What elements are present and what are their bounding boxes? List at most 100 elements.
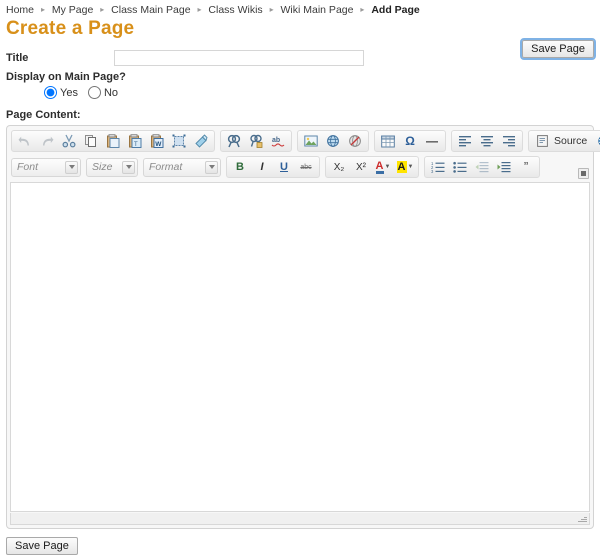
title-row: Title xyxy=(6,50,594,66)
svg-text:ab: ab xyxy=(272,137,280,144)
breadcrumb-item-home[interactable]: Home xyxy=(6,4,34,16)
paste-word-icon[interactable]: W xyxy=(147,132,167,150)
chevron-down-icon[interactable] xyxy=(122,160,135,174)
blockquote-glyph: ” xyxy=(523,159,529,174)
source-button[interactable]: Source xyxy=(532,132,592,150)
create-page-form: Save Page Title Display on Main Page? Ye… xyxy=(0,38,600,121)
text-color-icon[interactable]: A ▼ xyxy=(373,158,393,176)
svg-text:W: W xyxy=(155,141,162,148)
strikethrough-icon[interactable]: abc xyxy=(296,158,316,176)
size-select[interactable]: Size xyxy=(86,157,138,177)
toolbar-group-basic-styles: B I U abc xyxy=(226,156,320,178)
align-right-icon[interactable] xyxy=(499,132,519,150)
paste-icon[interactable] xyxy=(103,132,123,150)
blockquote-icon[interactable]: ” xyxy=(516,158,536,176)
underline-glyph: U xyxy=(280,161,288,173)
background-color-glyph: A xyxy=(396,161,407,173)
chevron-down-icon[interactable]: ▼ xyxy=(385,164,391,170)
font-select[interactable]: Font xyxy=(11,157,81,177)
display-radio-group: Yes No xyxy=(44,86,594,99)
toolbar-group-tools: Source ? xyxy=(528,130,600,152)
toolbar-group-alignment xyxy=(451,130,523,152)
breadcrumb: Home ▸ My Page ▸ Class Main Page ▸ Class… xyxy=(0,0,600,16)
title-label: Title xyxy=(6,52,29,64)
table-icon[interactable] xyxy=(378,132,398,150)
display-radio-no-label[interactable]: No xyxy=(104,87,118,99)
rich-text-editor: T W ab Ω Source Font Size Format B I U a… xyxy=(6,125,600,529)
align-center-icon[interactable] xyxy=(477,132,497,150)
breadcrumb-separator-icon: ▸ xyxy=(40,5,45,14)
image-icon[interactable] xyxy=(301,132,321,150)
underline-icon[interactable]: U xyxy=(274,158,294,176)
align-left-icon[interactable] xyxy=(455,132,475,150)
superscript-icon[interactable]: X² xyxy=(351,158,371,176)
breadcrumb-item-wiki-main-page[interactable]: Wiki Main Page xyxy=(281,4,354,16)
outdent-icon[interactable] xyxy=(472,158,492,176)
display-radio-yes[interactable] xyxy=(44,86,57,99)
superscript-glyph: X² xyxy=(356,161,366,173)
remove-format-icon[interactable] xyxy=(191,132,211,150)
collapse-toolbar-button[interactable] xyxy=(578,168,589,179)
page-title: Create a Page xyxy=(6,18,135,39)
replace-icon[interactable] xyxy=(246,132,266,150)
page-content-label: Page Content: xyxy=(6,109,81,121)
breadcrumb-item-my-page[interactable]: My Page xyxy=(52,4,93,16)
paste-text-icon[interactable]: T xyxy=(125,132,145,150)
svg-text:3: 3 xyxy=(431,169,434,173)
chevron-down-icon[interactable] xyxy=(205,160,218,174)
undo-icon[interactable] xyxy=(15,132,35,150)
toolbar-group-elements: Ω xyxy=(374,130,446,152)
toolbar-row-1: T W ab Ω Source xyxy=(9,128,600,154)
editor-content-area[interactable] xyxy=(10,182,590,512)
italic-glyph: I xyxy=(260,161,264,173)
copy-icon[interactable] xyxy=(81,132,101,150)
breadcrumb-separator-icon: ▸ xyxy=(197,5,202,14)
breadcrumb-item-add-page: Add Page xyxy=(371,4,420,16)
toolbar-row-2: Font Size Format B I U abc X₂ X² A ▼ A ▼… xyxy=(9,154,591,180)
breadcrumb-separator-icon: ▸ xyxy=(100,5,105,14)
italic-icon[interactable]: I xyxy=(252,158,272,176)
save-page-button-top[interactable]: Save Page xyxy=(520,38,596,60)
size-select-label: Size xyxy=(92,161,113,173)
toolbar-group-editing: ab xyxy=(220,130,292,152)
save-page-button-bottom[interactable]: Save Page xyxy=(6,537,78,555)
toolbar-group-color: X₂ X² A ▼ A ▼ xyxy=(325,156,419,178)
subscript-icon[interactable]: X₂ xyxy=(329,158,349,176)
bold-glyph: B xyxy=(236,161,244,173)
strikethrough-glyph: abc xyxy=(300,163,312,171)
save-page-bottom-wrap: Save Page xyxy=(6,537,600,555)
bold-icon[interactable]: B xyxy=(230,158,250,176)
source-button-label: Source xyxy=(554,135,588,147)
background-color-icon[interactable]: A ▼ xyxy=(395,158,415,176)
find-icon[interactable] xyxy=(224,132,244,150)
display-radio-no[interactable] xyxy=(87,86,101,99)
format-select-label: Format xyxy=(149,161,183,173)
bulleted-list-icon[interactable] xyxy=(450,158,470,176)
breadcrumb-separator-icon: ▸ xyxy=(269,5,274,14)
horizontal-rule-icon[interactable] xyxy=(422,132,442,150)
spellcheck-icon[interactable]: ab xyxy=(268,132,288,150)
special-char-icon[interactable]: Ω xyxy=(400,132,420,150)
format-select[interactable]: Format xyxy=(143,157,221,177)
link-icon[interactable] xyxy=(323,132,343,150)
toolbar-group-paragraph: 123 ” xyxy=(424,156,540,178)
numbered-list-icon[interactable]: 123 xyxy=(428,158,448,176)
redo-icon[interactable] xyxy=(37,132,57,150)
save-page-top-wrap: Save Page xyxy=(520,38,596,60)
breadcrumb-item-class-wikis[interactable]: Class Wikis xyxy=(208,4,262,16)
chevron-down-icon[interactable] xyxy=(65,160,78,174)
chevron-down-icon[interactable]: ▼ xyxy=(408,164,414,170)
breadcrumb-separator-icon: ▸ xyxy=(360,5,365,14)
resize-grip-icon[interactable] xyxy=(578,514,587,523)
editor-toolbar: T W ab Ω Source Font Size Format B I U a… xyxy=(9,128,600,180)
unlink-icon[interactable] xyxy=(345,132,365,150)
globe-icon[interactable] xyxy=(594,132,600,150)
display-radio-yes-label[interactable]: Yes xyxy=(60,87,78,99)
select-all-icon[interactable] xyxy=(169,132,189,150)
breadcrumb-item-class-main-page[interactable]: Class Main Page xyxy=(111,4,190,16)
indent-icon[interactable] xyxy=(494,158,514,176)
editor-resize-bar xyxy=(10,513,590,525)
title-input[interactable] xyxy=(114,50,364,66)
cut-icon[interactable] xyxy=(59,132,79,150)
subscript-glyph: X₂ xyxy=(333,161,345,173)
